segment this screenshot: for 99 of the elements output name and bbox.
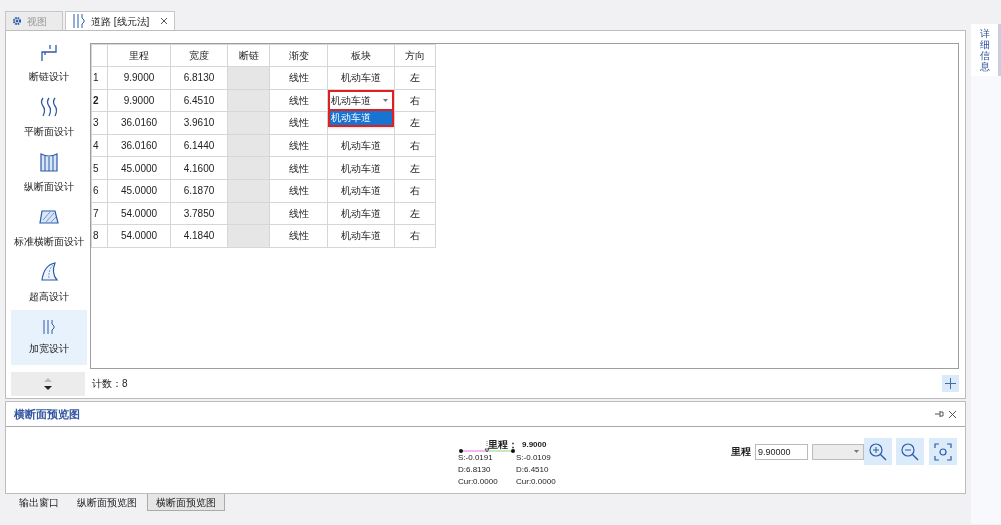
table-cell: 左: [394, 66, 436, 90]
table-cell: 3.7850: [170, 202, 228, 225]
table-cell: 线性: [269, 134, 328, 157]
curve-icon: [38, 261, 60, 283]
table-cell: 线性: [269, 202, 328, 225]
fit-view-button[interactable]: [929, 438, 957, 465]
table-cell: 机动车道: [327, 202, 395, 225]
table-cell: 机动车道: [327, 66, 395, 90]
sidebar-item[interactable]: 超高设计: [11, 255, 87, 310]
sidebar-item[interactable]: 平断面设计: [11, 90, 87, 145]
waves-icon: [38, 96, 60, 118]
table-cell: 机动车道: [327, 179, 395, 203]
readout-text: Cur:0.0000: [458, 476, 498, 488]
column-header: 里程: [107, 44, 171, 67]
table-cell: 6.1870: [170, 179, 228, 203]
table-cell: 45.0000: [107, 156, 171, 180]
station-label: 里程：: [488, 438, 518, 452]
bottom-tab[interactable]: 横断面预览图: [147, 494, 225, 511]
table-cell: 机动车道: [327, 156, 395, 180]
sidebar-item[interactable]: 加宽设计: [11, 310, 87, 365]
add-button[interactable]: [942, 374, 959, 392]
bottom-tab[interactable]: 纵断面预览图: [69, 494, 145, 511]
readout-text: S:-0.0191: [458, 452, 494, 464]
table-cell: 45.0000: [107, 179, 171, 203]
row-number: 2: [91, 89, 108, 112]
table-cell: 6.8130: [170, 66, 228, 90]
cross-section-drawing: [458, 441, 515, 455]
row-number: 4: [91, 134, 108, 157]
table-cell: 左: [394, 202, 436, 225]
table-cell: 线性: [269, 111, 328, 135]
table-cell: 4.1600: [170, 156, 228, 180]
zoom-in-icon: [868, 441, 888, 462]
dropdown-field[interactable]: [812, 443, 864, 460]
table-cell: 9.9000: [107, 89, 171, 112]
table-cell: 54.0000: [107, 202, 171, 225]
dropdown-field[interactable]: 机动车道: [328, 89, 394, 112]
zoom-out-icon: [900, 441, 920, 462]
side-tab[interactable]: 详细信息: [971, 24, 1001, 76]
row-number: 1: [91, 66, 108, 90]
table-cell: 右: [394, 224, 436, 248]
table-cell: 右: [394, 134, 436, 157]
up-down-arrows-icon: [43, 376, 53, 392]
zoom-in-button[interactable]: [864, 438, 892, 465]
column-header: 方向: [394, 44, 436, 67]
caret-icon: [383, 98, 388, 102]
column-header: 板块: [327, 44, 395, 67]
zoom-out-button[interactable]: [896, 438, 924, 465]
table-cell: 3.9610: [170, 111, 228, 135]
table-cell: 6.1440: [170, 134, 228, 157]
close-icon[interactable]: [160, 17, 169, 25]
panel-title: 横断面预览图: [14, 406, 80, 422]
table-cell: 右: [394, 179, 436, 203]
readout-text: D:6.4510: [516, 464, 550, 476]
plus-icon: [945, 377, 956, 389]
table-cell: 左: [394, 156, 436, 180]
gear-icon: [12, 16, 22, 26]
table-cell: 线性: [269, 224, 328, 248]
fit-view-icon: [934, 442, 952, 461]
table-cell: 线性: [269, 66, 328, 90]
table-cell: 6.4510: [170, 89, 228, 112]
readout-text: D:6.8130: [458, 464, 492, 476]
close-icon[interactable]: [948, 409, 957, 419]
table-cell: 9.9000: [107, 66, 171, 90]
table-cell: 机动车道: [327, 134, 395, 157]
field-label: 里程: [731, 445, 751, 459]
pin-icon[interactable]: [934, 410, 944, 418]
table-cell: 线性: [269, 89, 328, 112]
station-value: 9.9000: [522, 439, 547, 451]
widening-icon: [42, 319, 56, 335]
readout-text: S:-0.0109: [516, 452, 552, 464]
table-cell: 右: [394, 89, 436, 112]
column-header: 渐变: [269, 44, 328, 67]
caret-icon: [854, 450, 859, 453]
table-cell: 线性: [269, 179, 328, 203]
row-number: 5: [91, 156, 108, 180]
widening-icon: [72, 13, 86, 29]
table-cell: 左: [394, 111, 436, 135]
readout-text: Cur:0.0000: [516, 476, 556, 488]
dropdown-option[interactable]: 机动车道: [330, 111, 392, 126]
count-label: 计数：8: [91, 376, 128, 391]
table-cell: 机动车道: [327, 224, 395, 248]
station-field[interactable]: 9.90000: [755, 443, 808, 460]
bottom-tab[interactable]: 输出窗口: [11, 494, 67, 511]
row-number: 6: [91, 179, 108, 203]
row-number: 3: [91, 111, 108, 135]
profile-icon: [38, 151, 60, 173]
document-tab[interactable]: 道路 [线元法]: [65, 11, 176, 30]
sidebar-item[interactable]: 标准横断面设计: [11, 200, 87, 255]
row-number: 8: [91, 224, 108, 248]
column-header: 宽度: [170, 44, 228, 67]
table-cell: 36.0160: [107, 111, 171, 135]
table-cell: 54.0000: [107, 224, 171, 248]
column-header: 断链: [227, 44, 270, 67]
sidebar-item[interactable]: 纵断面设计: [11, 145, 87, 200]
sidebar-item[interactable]: 断链设计: [11, 35, 87, 90]
row-number: 7: [91, 202, 108, 225]
table-cell: 线性: [269, 156, 328, 180]
table-cell: 36.0160: [107, 134, 171, 157]
table-cell: 4.1840: [170, 224, 228, 248]
